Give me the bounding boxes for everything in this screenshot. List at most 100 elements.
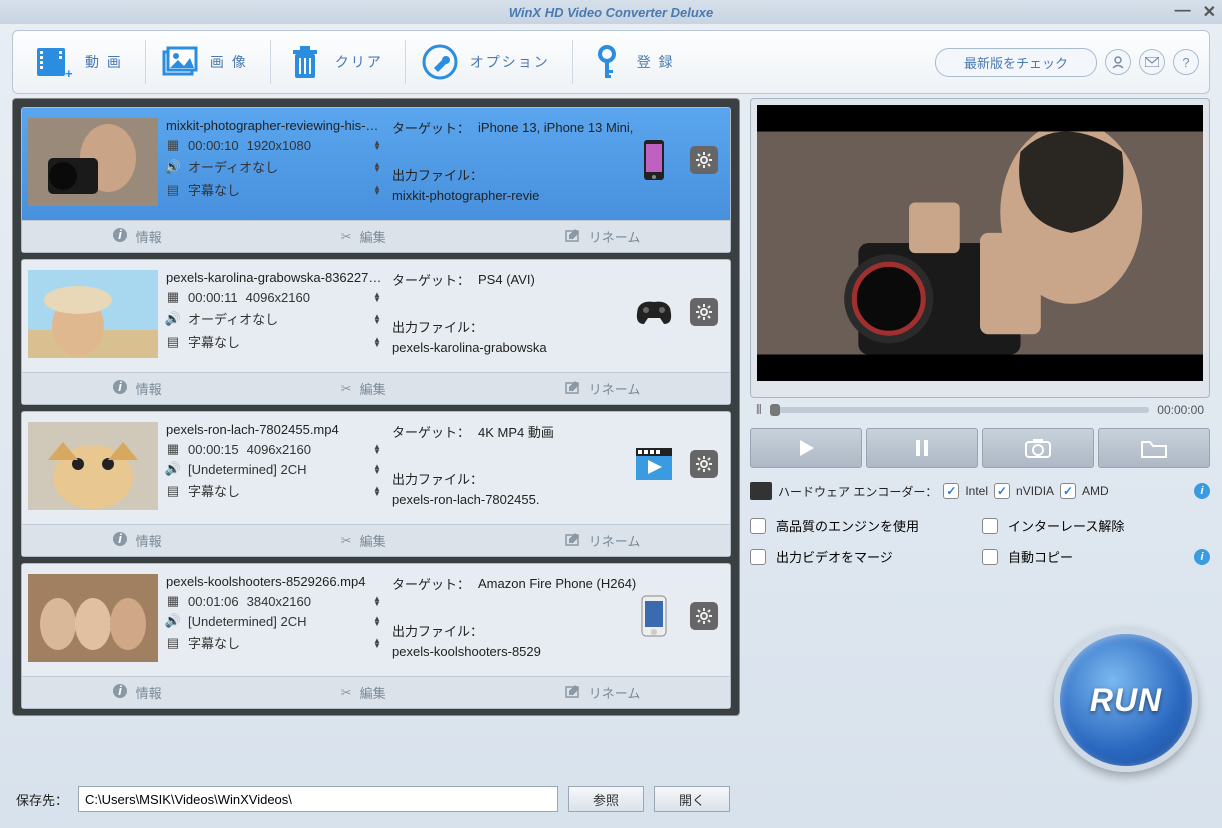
film-icon: ▦ xyxy=(166,289,180,305)
preview-screen[interactable] xyxy=(757,105,1203,381)
stepper[interactable]: ▲▼ xyxy=(370,337,384,347)
folder-button[interactable] xyxy=(1098,428,1210,468)
stepper[interactable]: ▲▼ xyxy=(370,140,384,150)
item-info-button[interactable]: i情報 xyxy=(112,531,162,550)
merge-checkbox[interactable] xyxy=(750,549,766,565)
key-icon xyxy=(587,42,627,82)
timeline: ⦀ 00:00:00 xyxy=(750,398,1210,422)
scissors-icon: ✂ xyxy=(341,685,352,701)
file-item[interactable]: pexels-karolina-grabowska-8362274.m ▦00:… xyxy=(21,259,731,405)
file-thumbnail[interactable] xyxy=(28,118,158,206)
film-plus-icon: + xyxy=(35,42,75,82)
item-rename-button[interactable]: リネーム xyxy=(565,227,641,246)
minimize-button[interactable]: — xyxy=(1175,2,1191,22)
item-info-button[interactable]: i情報 xyxy=(112,379,162,398)
svg-text:i: i xyxy=(118,379,122,394)
play-button[interactable] xyxy=(750,428,862,468)
target-device-icon xyxy=(630,136,678,184)
account-button[interactable] xyxy=(1105,49,1131,75)
item-settings-button[interactable] xyxy=(690,602,718,630)
rename-icon xyxy=(565,683,581,702)
subtitle-icon: ▤ xyxy=(166,334,180,350)
hq-engine-checkbox[interactable] xyxy=(750,518,766,534)
toolbar-register-button[interactable]: 登 録 xyxy=(575,38,687,86)
toolbar-video-button[interactable]: + 動 画 xyxy=(23,38,135,86)
amd-checkbox[interactable] xyxy=(1060,483,1076,499)
hw-info-button[interactable]: i xyxy=(1194,483,1210,499)
toolbar-options-button[interactable]: オプション xyxy=(408,38,562,86)
stepper[interactable]: ▲▼ xyxy=(370,185,384,195)
item-edit-button[interactable]: ✂編集 xyxy=(341,227,386,246)
stepper[interactable]: ▲▼ xyxy=(370,314,384,324)
audio-icon: 🔊 xyxy=(166,461,180,477)
file-name: pexels-koolshooters-8529266.mp4 xyxy=(166,570,384,589)
run-button[interactable]: RUN xyxy=(1054,628,1198,772)
file-name: mixkit-photographer-reviewing-his-sho xyxy=(166,114,384,133)
item-rename-button[interactable]: リネーム xyxy=(565,379,641,398)
info-icon: i xyxy=(112,379,128,398)
autocopy-checkbox[interactable] xyxy=(982,549,998,565)
titlebar: WinX HD Video Converter Deluxe — ✕ xyxy=(0,0,1222,24)
timeline-collapse-icon[interactable]: ⦀ xyxy=(756,402,762,418)
audio-icon: 🔊 xyxy=(166,159,180,175)
check-update-button[interactable]: 最新版をチェック xyxy=(935,48,1097,77)
open-button[interactable]: 開く xyxy=(654,786,730,812)
item-info-button[interactable]: i情報 xyxy=(112,683,162,702)
svg-text:i: i xyxy=(118,683,122,698)
nvidia-checkbox[interactable] xyxy=(994,483,1010,499)
pause-button[interactable] xyxy=(866,428,978,468)
autocopy-info-button[interactable]: i xyxy=(1194,549,1210,565)
file-list: mixkit-photographer-reviewing-his-sho ▦0… xyxy=(12,98,740,716)
svg-text:i: i xyxy=(118,227,122,242)
stepper[interactable]: ▲▼ xyxy=(370,616,384,626)
browse-button[interactable]: 参照 xyxy=(568,786,644,812)
scissors-icon: ✂ xyxy=(341,533,352,549)
close-button[interactable]: ✕ xyxy=(1203,2,1216,22)
stepper[interactable]: ▲▼ xyxy=(370,638,384,648)
film-icon: ▦ xyxy=(166,137,180,153)
file-item[interactable]: pexels-koolshooters-8529266.mp4 ▦00:01:0… xyxy=(21,563,731,709)
file-thumbnail[interactable] xyxy=(28,422,158,510)
stepper[interactable]: ▲▼ xyxy=(370,162,384,172)
stepper[interactable]: ▲▼ xyxy=(370,292,384,302)
toolbar-clear-button[interactable]: クリア xyxy=(273,38,395,86)
stepper[interactable]: ▲▼ xyxy=(370,444,384,454)
item-edit-button[interactable]: ✂編集 xyxy=(341,531,386,550)
photo-stack-icon xyxy=(160,42,200,82)
snapshot-button[interactable] xyxy=(982,428,1094,468)
film-icon: ▦ xyxy=(166,441,180,457)
subtitle-icon: ▤ xyxy=(166,182,180,198)
stepper[interactable]: ▲▼ xyxy=(370,486,384,496)
deinterlace-checkbox[interactable] xyxy=(982,518,998,534)
item-info-button[interactable]: i情報 xyxy=(112,227,162,246)
intel-checkbox[interactable] xyxy=(943,483,959,499)
info-icon: i xyxy=(112,683,128,702)
subtitle-icon: ▤ xyxy=(166,635,180,651)
help-button[interactable]: ? xyxy=(1173,49,1199,75)
file-item[interactable]: mixkit-photographer-reviewing-his-sho ▦0… xyxy=(21,107,731,253)
save-path-input[interactable] xyxy=(78,786,558,812)
item-edit-button[interactable]: ✂編集 xyxy=(341,379,386,398)
item-settings-button[interactable] xyxy=(690,298,718,326)
toolbar-image-button[interactable]: 画 像 xyxy=(148,38,260,86)
audio-icon: 🔊 xyxy=(166,613,180,629)
audio-icon: 🔊 xyxy=(166,311,180,327)
file-thumbnail[interactable] xyxy=(28,270,158,358)
mail-button[interactable] xyxy=(1139,49,1165,75)
item-rename-button[interactable]: リネーム xyxy=(565,531,641,550)
item-settings-button[interactable] xyxy=(690,450,718,478)
trash-icon xyxy=(285,42,325,82)
file-item[interactable]: pexels-ron-lach-7802455.mp4 ▦00:00:15409… xyxy=(21,411,731,557)
file-name: pexels-ron-lach-7802455.mp4 xyxy=(166,418,384,437)
item-rename-button[interactable]: リネーム xyxy=(565,683,641,702)
item-settings-button[interactable] xyxy=(690,146,718,174)
stepper[interactable]: ▲▼ xyxy=(370,596,384,606)
toolbar: + 動 画 画 像 クリア オプション 登 録 最新版をチェック ? xyxy=(12,30,1210,94)
item-edit-button[interactable]: ✂編集 xyxy=(341,683,386,702)
timeline-track[interactable] xyxy=(770,407,1150,413)
info-icon: i xyxy=(112,227,128,246)
rename-icon xyxy=(565,531,581,550)
stepper[interactable]: ▲▼ xyxy=(370,464,384,474)
file-thumbnail[interactable] xyxy=(28,574,158,662)
chip-icon xyxy=(750,482,772,500)
